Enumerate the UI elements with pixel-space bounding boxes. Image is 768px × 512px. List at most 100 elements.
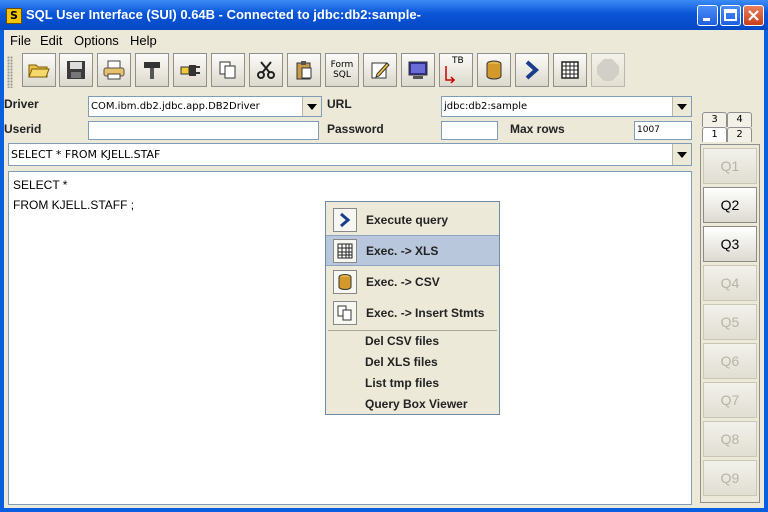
query-button-q5[interactable]: Q5 [703,304,757,340]
sql-label: SQL [333,70,351,80]
tab-2[interactable]: 2 [727,127,752,142]
database-icon [333,269,357,294]
menu-edit[interactable]: Edit [40,33,62,48]
menu-item-del-xls[interactable]: Del XLS files [365,355,438,369]
monitor-button[interactable] [401,53,435,87]
url-label: URL [327,97,352,111]
form-sql-button[interactable]: Form SQL [325,53,359,87]
maximize-icon [724,9,737,21]
tables-button[interactable]: TB [439,53,473,87]
query-button-q9[interactable]: Q9 [703,460,757,496]
database-icon [486,60,502,80]
password-field[interactable] [441,121,498,140]
maxrows-label: Max rows [510,122,565,136]
chevron-right-icon [333,207,357,232]
main-frame: File Edit Options Help Form SQL TB Drive… [4,30,764,508]
maxrows-field[interactable]: 1007 [634,121,692,140]
stop-icon [597,59,619,81]
menu-item-query-box-viewer[interactable]: Query Box Viewer [365,397,468,411]
menu-item-label: Exec. -> Insert Stmts [366,305,485,320]
history-dropdown-button[interactable] [672,144,691,165]
url-dropdown-button[interactable] [672,97,691,116]
query-history-combo[interactable]: SELECT * FROM KJELL.STAF [8,143,692,166]
query-button-q6[interactable]: Q6 [703,343,757,379]
printer-icon [103,60,125,80]
paste-button[interactable] [287,53,321,87]
query-buttons-panel: Q1 Q2 Q3 Q4 Q5 Q6 Q7 Q8 Q9 [700,144,760,503]
table-arrow-icon [445,66,456,84]
execute-button[interactable] [515,53,549,87]
toolbar: Form SQL TB [4,50,764,94]
password-label: Password [327,122,384,136]
url-value: jdbc:db2:sample [444,101,528,112]
menu-bar: File Edit Options Help [4,30,764,50]
grid-icon [333,238,357,263]
driver-combo[interactable]: COM.ibm.db2.jdbc.app.DB2Driver [88,96,322,117]
chevron-down-icon [677,103,687,110]
cut-button[interactable] [249,53,283,87]
tab-1[interactable]: 1 [702,127,727,142]
query-button-q3[interactable]: Q3 [703,226,757,262]
menu-item-del-csv[interactable]: Del CSV files [365,334,439,348]
menu-item-execute-query[interactable]: Execute query [326,204,499,235]
copy-icon [219,61,236,79]
copy-button[interactable] [211,53,245,87]
menu-item-label: Exec. -> CSV [366,274,440,289]
database-button[interactable] [477,53,511,87]
query-button-q7[interactable]: Q7 [703,382,757,418]
menu-separator [328,330,497,331]
app-window: S SQL User Interface (SUI) 0.64B - Conne… [0,0,768,512]
tab-3[interactable]: 3 [702,112,727,127]
save-button[interactable] [59,53,93,87]
driver-value: COM.ibm.db2.jdbc.app.DB2Driver [91,101,260,112]
edit-button[interactable] [363,53,397,87]
menu-item-exec-csv[interactable]: Exec. -> CSV [326,266,499,297]
query-button-q4[interactable]: Q4 [703,265,757,301]
folder-open-icon [28,64,50,78]
hammer-icon [144,62,160,79]
connect-button[interactable] [173,53,207,87]
menu-file[interactable]: File [10,33,31,48]
open-button[interactable] [22,53,56,87]
app-icon: S [6,8,22,24]
copy-icon [333,300,357,325]
url-combo[interactable]: jdbc:db2:sample [441,96,692,117]
minimize-button[interactable] [697,5,718,26]
context-menu: Execute query Exec. -> XLS Exec. -> CSV … [325,201,500,415]
toolbar-grip[interactable] [7,56,13,88]
clipboard-icon [296,61,312,80]
form-label: Form [330,60,354,70]
title-bar[interactable]: S SQL User Interface (SUI) 0.64B - Conne… [0,0,768,30]
query-tab-strip: 3 4 1 2 [696,98,764,142]
menu-item-label: Exec. -> XLS [366,243,439,258]
print-button[interactable] [97,53,131,87]
query-button-q2[interactable]: Q2 [703,187,757,223]
grid-button[interactable] [553,53,587,87]
query-button-q8[interactable]: Q8 [703,421,757,457]
plug-icon [180,65,200,76]
tools-button[interactable] [135,53,169,87]
tab-4[interactable]: 4 [727,112,752,127]
grid-icon [561,61,579,79]
minimize-icon [703,18,710,21]
chevron-down-icon [677,151,687,158]
menu-item-exec-insert[interactable]: Exec. -> Insert Stmts [326,297,499,328]
menu-item-label: Execute query [366,212,449,227]
driver-dropdown-button[interactable] [302,97,321,116]
maximize-button[interactable] [720,5,741,26]
menu-item-exec-xls[interactable]: Exec. -> XLS [326,235,499,266]
userid-label: Userid [4,122,42,136]
query-history-value: SELECT * FROM KJELL.STAF [11,148,161,161]
close-button[interactable] [743,5,764,26]
menu-help[interactable]: Help [130,33,157,48]
stop-button[interactable] [591,53,625,87]
chevron-right-icon [525,60,540,80]
chevron-down-icon [307,103,317,110]
userid-field[interactable] [88,121,319,140]
query-button-q1[interactable]: Q1 [703,148,757,184]
window-title: SQL User Interface (SUI) 0.64B - Connect… [26,7,421,22]
close-icon [748,10,759,21]
menu-item-list-tmp[interactable]: List tmp files [365,376,439,390]
menu-options[interactable]: Options [74,33,119,48]
floppy-disk-icon [67,61,85,79]
